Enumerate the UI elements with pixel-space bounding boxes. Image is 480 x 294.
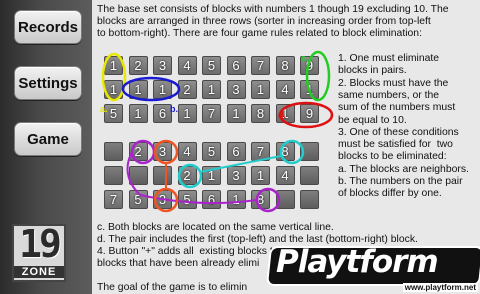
number-block: 1 xyxy=(104,56,123,75)
number-block: 4 xyxy=(275,80,295,99)
rules-bottom-line: c. Both blocks are located on the same v… xyxy=(97,222,334,233)
empty-block xyxy=(104,142,123,161)
number-block: 3 xyxy=(153,142,172,161)
number-block: 8 xyxy=(275,56,295,75)
number-block: 8 xyxy=(251,104,270,123)
settings-button[interactable]: Settings xyxy=(14,66,82,100)
rules-side-line: 3. One of these conditions xyxy=(338,126,459,138)
number-block: 7 xyxy=(251,56,270,75)
number-block: 1 xyxy=(128,80,148,99)
number-block: 3 xyxy=(153,190,172,209)
number-block: 1 xyxy=(202,166,221,185)
empty-block xyxy=(153,166,172,185)
rules-side-line: must be satisfied for two xyxy=(338,139,453,151)
number-block: 9 xyxy=(300,56,319,75)
rules-side-line: be equal to 10. xyxy=(338,114,407,126)
empty-block xyxy=(300,166,319,185)
number-block: 2 xyxy=(177,80,197,99)
rules-side-line: of blocks differ by one. xyxy=(338,188,442,200)
number-block: 7 xyxy=(251,142,270,161)
number-block: 5 xyxy=(128,190,148,209)
number-block: 7 xyxy=(202,104,221,123)
zone-logo: 19 ZONE xyxy=(12,222,66,282)
logo-number: 19 xyxy=(19,222,62,266)
number-block: 6 xyxy=(202,190,221,209)
empty-block xyxy=(128,166,148,185)
number-block: 1 xyxy=(153,80,172,99)
rules-footer: The goal of the game is to elimin xyxy=(97,282,248,293)
rules-side-line: blocks to be eliminated: xyxy=(338,151,447,163)
empty-block xyxy=(300,142,319,161)
sidebar: Records Settings Game 19 ZONE xyxy=(0,0,92,294)
rules-side-line: b. The numbers on the pair xyxy=(338,176,463,187)
number-block: 1 xyxy=(226,104,246,123)
number-block: 6 xyxy=(226,56,246,75)
playtform-watermark: Playtform www.playtform.net xyxy=(265,244,480,292)
rules-intro-line: The base set consists of blocks with num… xyxy=(97,4,449,15)
number-block: 1 xyxy=(177,104,197,123)
number-block: 3 xyxy=(226,166,246,185)
number-block: 3 xyxy=(226,80,246,99)
number-block: 6 xyxy=(226,142,246,161)
number-block: 1 xyxy=(104,80,123,99)
number-block: 2 xyxy=(177,166,197,185)
records-button[interactable]: Records xyxy=(14,10,82,44)
number-block: 4 xyxy=(177,142,197,161)
rules-bottom-line: blocks that have been already elimi xyxy=(97,258,260,269)
number-block: 1 xyxy=(251,166,270,185)
number-block: 4 xyxy=(177,56,197,75)
empty-block xyxy=(275,190,295,209)
empty-block xyxy=(104,166,123,185)
number-block: 1 xyxy=(251,80,270,99)
rules-side-line: 2. Blocks must have the xyxy=(338,77,449,89)
watermark-url: www.playtform.net xyxy=(402,283,478,292)
watermark-brand: Playtform xyxy=(276,244,439,280)
rules-side-line: 1. One must eliminate xyxy=(338,53,440,64)
number-block: 6 xyxy=(153,104,172,123)
number-block: 2 xyxy=(128,56,148,75)
logo-word: ZONE xyxy=(14,266,64,278)
number-block: 1 xyxy=(202,80,221,99)
number-block: 1 xyxy=(300,80,319,99)
example-board-1: 123456789111213141516171819 xyxy=(104,56,324,128)
number-block: 5 xyxy=(104,104,123,123)
rules-side-line: same numbers, or the xyxy=(338,89,440,101)
empty-block xyxy=(300,190,319,209)
number-block: 5 xyxy=(202,56,221,75)
game-button[interactable]: Game xyxy=(14,122,82,156)
number-block: 5 xyxy=(202,142,221,161)
number-block: 8 xyxy=(275,142,295,161)
number-block: 5 xyxy=(177,190,197,209)
number-block: 1 xyxy=(128,104,148,123)
number-block: 3 xyxy=(153,56,172,75)
number-block: 9 xyxy=(300,104,319,123)
number-block: 4 xyxy=(275,166,295,185)
rules-intro-line: to bottom-right). There are four game ru… xyxy=(97,28,422,39)
number-block: 7 xyxy=(104,190,123,209)
rules-side-line: blocks in pairs. xyxy=(338,65,407,77)
number-block: 8 xyxy=(251,190,270,209)
number-block: 2 xyxy=(128,142,148,161)
rules-intro-line: blocks are arranged in three rows (sorte… xyxy=(97,16,431,27)
rules-side-line: a. The blocks are neighbors. xyxy=(338,163,469,175)
number-block: 1 xyxy=(275,104,295,123)
number-block: 1 xyxy=(226,190,246,209)
rules-side-line: sum of the numbers must xyxy=(338,102,456,114)
example-board-2: 2345678213147535618 xyxy=(104,142,324,214)
